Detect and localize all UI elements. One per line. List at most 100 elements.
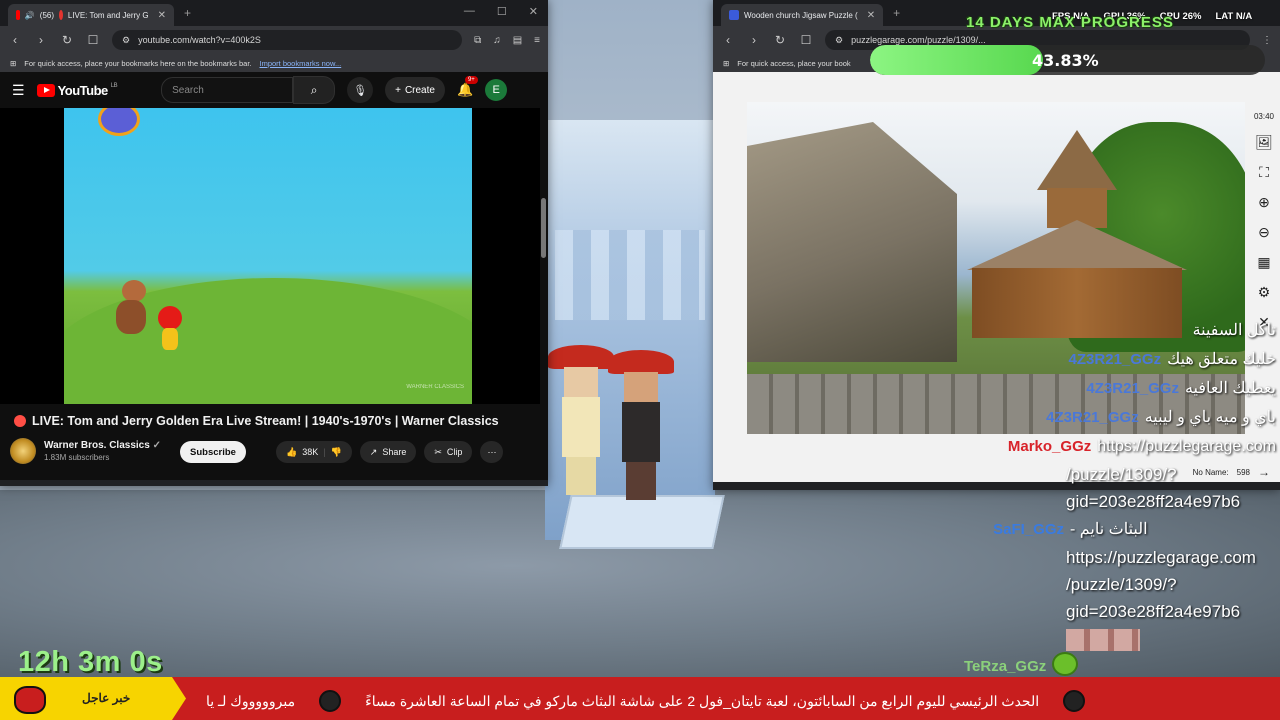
chat-username: 4Z3R21_GGz [1068,351,1162,368]
reload-icon[interactable]: ↻ [60,33,74,47]
url-field[interactable]: ⚙ youtube.com/watch?v=400k2S [112,30,463,50]
audio-icon[interactable]: 🔊 [25,11,35,20]
ticker-text: مبروووووك لـ يا الحدث الرئيسي لليوم الرا… [206,690,1086,712]
video-letterbox-left [0,108,64,404]
window-controls: — ☐ ✕ [464,5,538,18]
bookmark-icon[interactable]: ☐ [799,33,813,47]
tab-puzzle[interactable]: Wooden church Jigsaw Puzzle ( ✕ [721,4,884,26]
chat-url-line[interactable]: /puzzle/1309/? [940,461,1276,488]
channel-avatar[interactable] [10,438,36,464]
subscribe-button[interactable]: Subscribe [180,441,246,463]
chat-username: 4Z3R21_GGz [1046,409,1139,426]
settings-icon[interactable]: ⚙ [1258,284,1271,301]
progress-bar: 43.83% [870,45,1265,75]
site-info-icon[interactable]: ⚙ [122,35,130,46]
chat-url-line[interactable]: gid=203e28ff2a4e97b6 [940,598,1276,625]
video-title-text: LIVE: Tom and Jerry Golden Era Live Stre… [32,414,499,428]
progress-text: 43.83% [1032,51,1099,70]
tab-strip: 🔊 (56) LIVE: Tom and Jerry G ✕ + — ☐ ✕ [0,0,548,26]
video-character-top [98,108,140,136]
youtube-content: WARNER CLASSICS LIVE: Tom and Jerry Gold… [0,108,548,480]
music-icon[interactable]: ♫ [493,35,501,46]
scrollbar[interactable] [541,198,546,258]
forward-icon[interactable]: › [747,33,761,47]
image-preview-icon[interactable]: 🖼 [1255,134,1273,151]
hamburger-menu-icon[interactable]: ☰ [12,82,25,99]
more-actions-button[interactable]: ⋯ [480,441,504,463]
plus-icon: + [395,84,401,96]
new-tab-icon[interactable]: + [184,6,191,20]
clip-button[interactable]: ✂ Clip [424,441,473,463]
emote-icon [1066,628,1140,651]
extensions-icon[interactable]: ⧉ [474,35,481,46]
back-icon[interactable]: ‹ [721,33,735,47]
avatar[interactable]: E [485,79,508,101]
thumbs-up-icon: 👍 [286,446,298,457]
chat-message: 4Z3R21_GGz باي و ميه باي و ليبيه [940,403,1276,432]
chat-url-line[interactable]: https://puzzlegarage.com [940,544,1276,571]
reload-icon[interactable]: ↻ [773,33,787,47]
live-indicator-icon [14,415,26,427]
close-tab-icon[interactable]: ✕ [867,10,875,21]
zoom-out-icon[interactable]: ⊖ [1258,224,1270,241]
tab-title: Wooden church Jigsaw Puzzle ( [744,10,858,20]
verified-icon: ✓ [152,440,161,451]
youtube-logo[interactable]: YouTube LB [36,83,118,98]
forward-icon[interactable]: › [34,33,48,47]
puzzle-favicon-icon [729,10,739,20]
puzzle-timer: 03:40 [1253,112,1274,121]
minecraft-character-right [608,350,674,500]
grid-icon[interactable]: ▦ [1257,254,1270,271]
thumbs-down-icon[interactable]: 👎 [331,447,342,458]
search-placeholder: Search [172,84,204,96]
channel-info: Warner Bros. Classics ✓ 1.83M subscriber… [10,438,161,464]
chat-text: - البثاث نايم [1070,521,1148,538]
close-window-icon[interactable]: ✕ [529,5,538,18]
fullscreen-icon[interactable]: ⛶ [1259,164,1269,181]
menu-icon[interactable]: ≡ [534,35,540,46]
live-favicon-icon [59,10,63,20]
chat-message: 4Z3R21_GGz خليك متعلق هيك [940,345,1276,374]
minimize-icon[interactable]: — [464,5,475,18]
sidebar-icon[interactable]: ▤ [513,35,522,46]
zoom-in-icon[interactable]: ⊕ [1258,194,1270,211]
maximize-icon[interactable]: ☐ [497,5,507,18]
back-icon[interactable]: ‹ [8,33,22,47]
site-info-icon[interactable]: ⚙ [835,35,843,46]
youtube-play-icon [36,83,55,97]
scissors-icon: ✂ [434,446,442,457]
share-button[interactable]: ↗ Share [359,441,417,463]
frog-emote-icon [1052,652,1079,676]
lat-stat: LAT N/A [1215,11,1253,22]
import-bookmarks-link[interactable]: Import bookmarks now... [260,59,342,68]
menu-icon[interactable]: ⋮ [1262,35,1272,46]
video-player[interactable]: WARNER CLASSICS [64,108,472,404]
video-letterbox-right [472,108,540,404]
microphone-icon: 🎙 [353,84,368,97]
search-input[interactable]: Search [161,77,294,103]
ticker-label: خبر عاجل [82,691,131,705]
create-label: Create [404,84,435,96]
apps-icon[interactable]: ⊞ [723,59,729,68]
bookmark-icon[interactable]: ☐ [86,33,100,47]
video-title: LIVE: Tom and Jerry Golden Era Live Stre… [14,414,499,428]
bookmarks-bar: ⊞ For quick access, place your bookmarks… [0,54,548,72]
chat-emote-line [940,625,1276,652]
close-tab-icon[interactable]: ✕ [158,10,166,21]
apps-icon[interactable]: ⊞ [10,59,16,68]
chat-url-line[interactable]: https://puzzlegarage.com [1097,432,1276,461]
game-ice-block [559,495,725,549]
search-button[interactable]: ⌕ [293,76,336,104]
chat-url-line[interactable]: /puzzle/1309/? [940,571,1276,598]
create-button[interactable]: + Create [385,77,445,103]
notifications-button[interactable]: 🔔 9+ [457,76,478,98]
video-character-jerry [114,278,150,338]
channel-name[interactable]: Warner Bros. Classics ✓ [44,440,161,451]
new-tab-icon[interactable]: + [893,6,900,20]
chat-url-line[interactable]: gid=203e28ff2a4e97b6 [940,488,1276,515]
tab-youtube[interactable]: 🔊 (56) LIVE: Tom and Jerry G ✕ [8,4,174,26]
chat-username: Marko_GGz [1007,438,1092,455]
minecraft-character-left [548,345,614,495]
like-button[interactable]: 👍 38K | 👎 [276,441,352,463]
voice-search-button[interactable]: 🎙 [347,77,374,103]
